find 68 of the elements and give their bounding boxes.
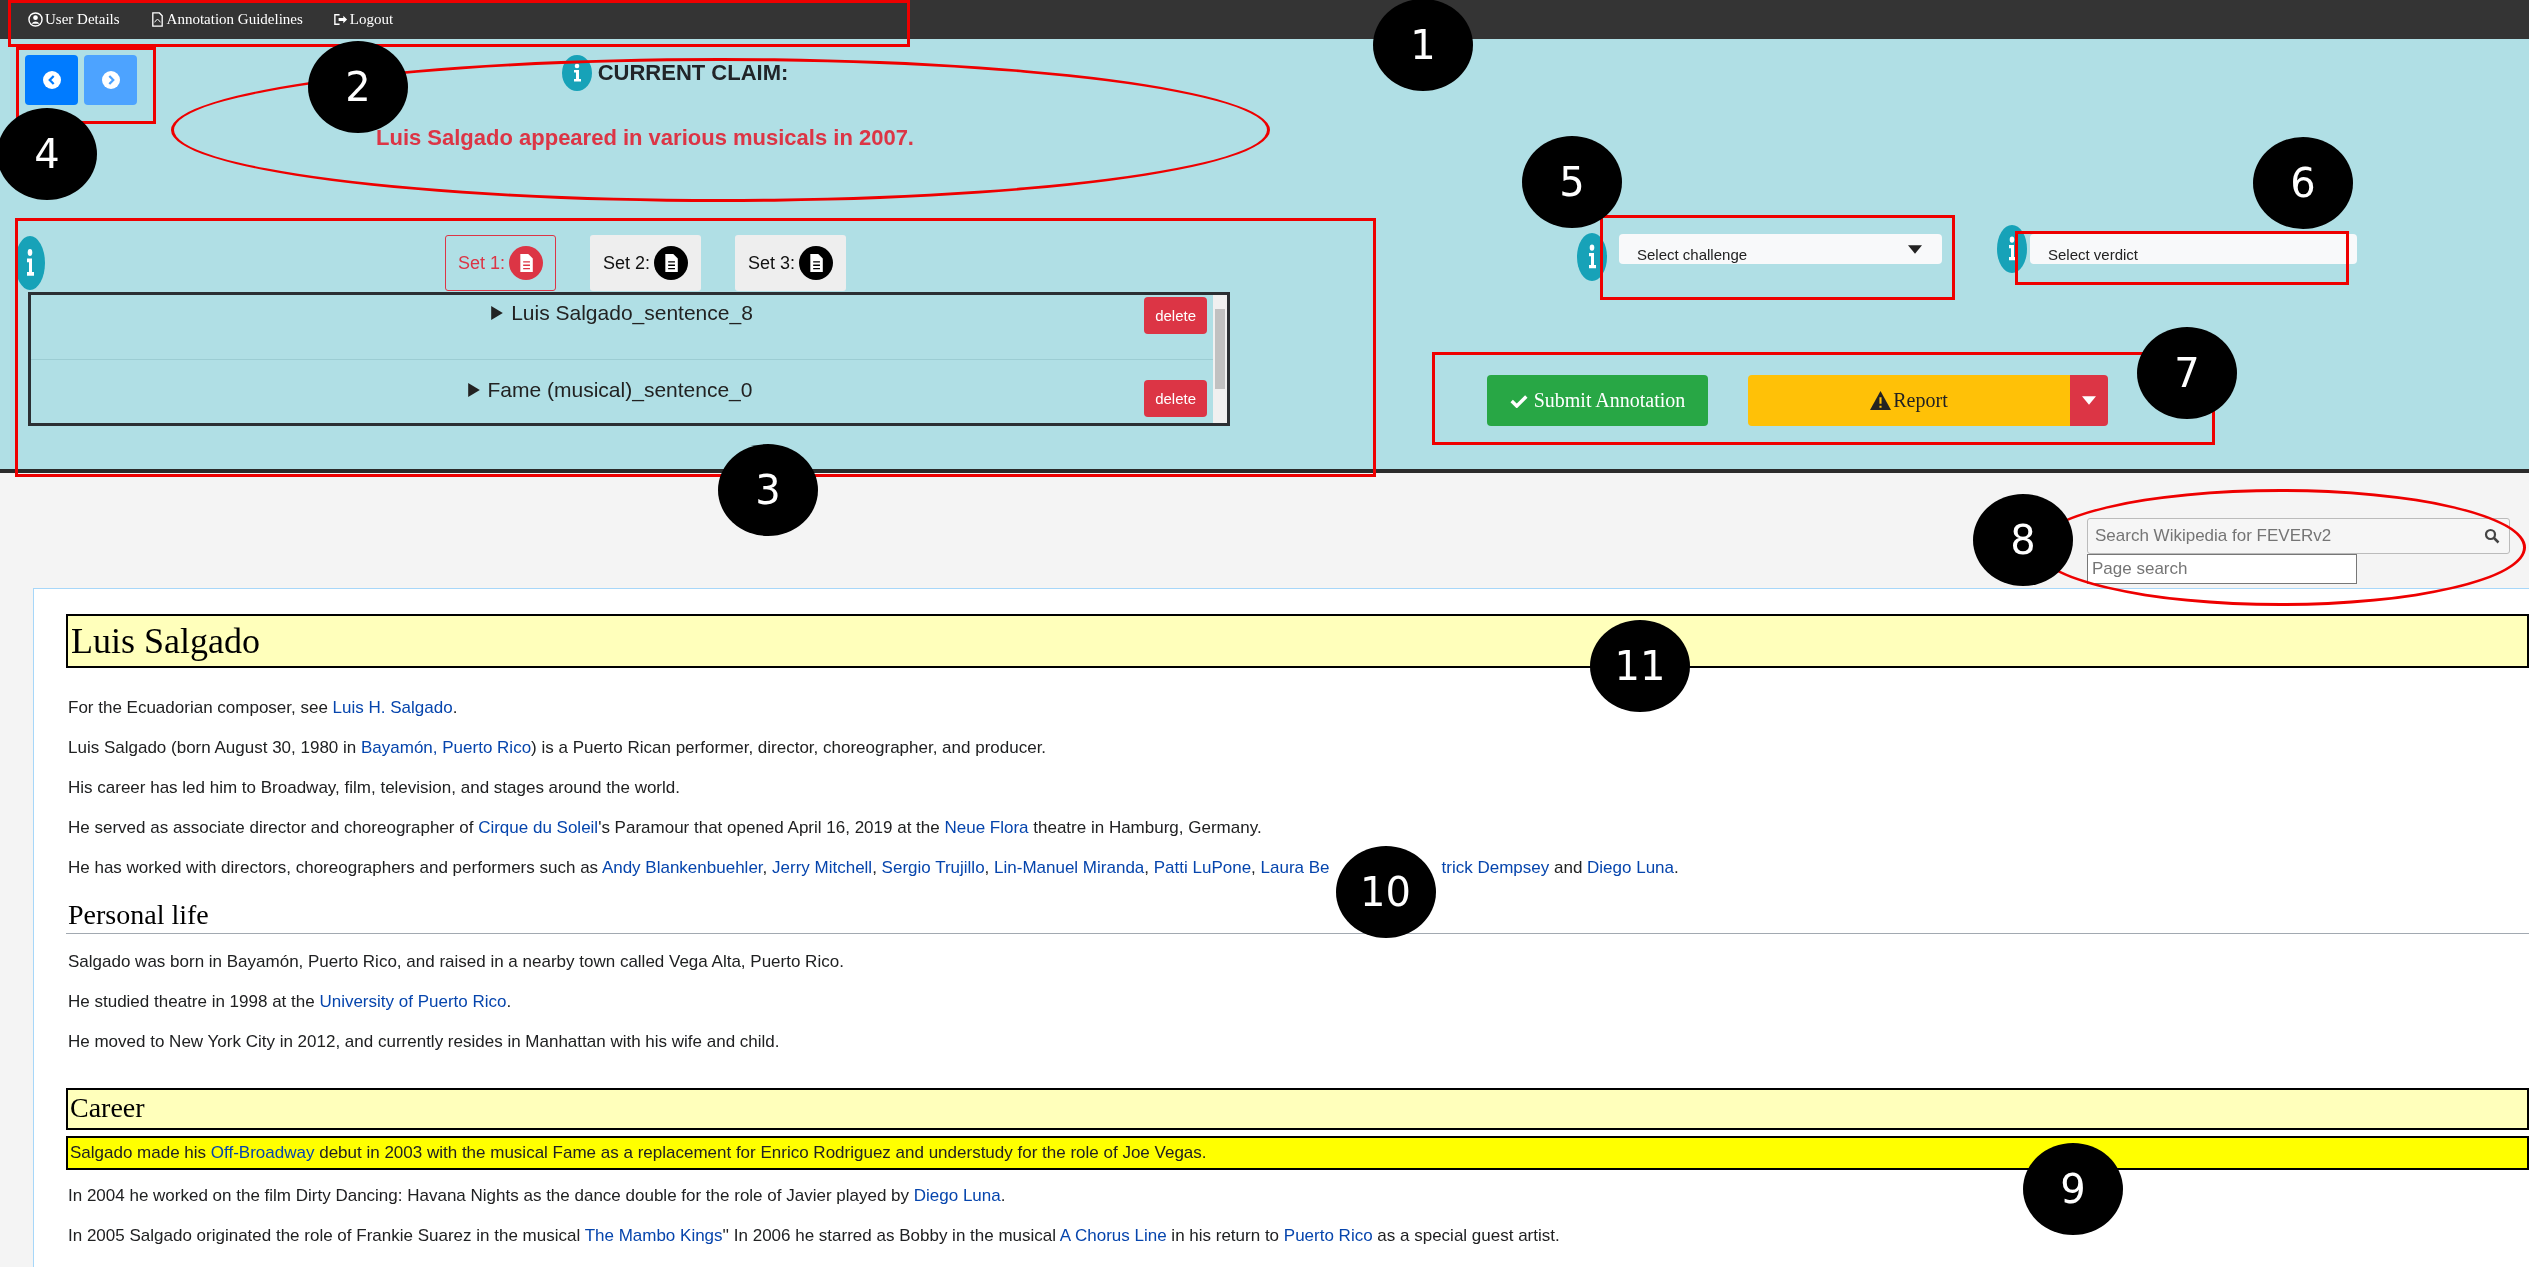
article-link[interactable]: Diego Luna [913,1186,1001,1205]
next-button[interactable] [84,55,137,105]
article-link[interactable]: Off-Broadway [210,1143,315,1162]
claim-heading: CURRENT CLAIM: [597,60,789,86]
caret-icon [491,306,504,320]
article-paragraph: Luis Salgado (born August 30, 1980 in Bayamón, Puerto Rico) is a Puerto Rican performer, director, choreographer, and producer. [67,737,1047,759]
article-link[interactable]: Sergio Trujillo [881,858,985,877]
article-link[interactable]: A Chorus Line [1059,1226,1167,1245]
article-link[interactable]: Laura Be [1260,858,1330,877]
info-icon[interactable] [1997,225,2027,273]
caret-icon [2082,396,2096,405]
article-link[interactable]: University of Puerto Rico [319,992,507,1011]
nav-link[interactable]: Logout [332,11,394,28]
info-icon[interactable] [561,55,592,91]
article-paragraph: He served as associate director and choreographer of Cirque du Soleil's Paramour that opened April 16, 2019 at the Neue Flora theatre in Hamburg, Germany. [67,817,1262,839]
delete-button[interactable]: delete [1144,380,1207,417]
section-heading: Career [66,1088,2529,1130]
report-menu-button[interactable] [2070,375,2108,426]
scrollbar[interactable] [1213,295,1227,423]
info-icon[interactable] [1577,233,1607,281]
user-icon [28,12,43,27]
article-paragraph: Salgado made his Off-Broadway debut in 2003 with the musical Fame as a replacement for Enrico Rodriguez and understudy for the role of Joe Vegas. [69,1142,1207,1164]
document-icon [654,246,689,280]
previous-button[interactable] [25,55,78,105]
callout-number: 3 [718,444,818,536]
document-icon [509,246,544,280]
challenge-dropdown[interactable]: Select challenge [1619,234,1942,264]
article-link[interactable]: Patti LuPone [1153,858,1252,877]
article-link[interactable]: Luis H. Salgado [332,698,453,717]
article-link[interactable]: The Mambo Kings [584,1226,723,1245]
nav-link[interactable]: User Details [28,11,120,28]
page-search-field[interactable]: Page search [2087,554,2357,584]
article-link[interactable]: Neue Flora [944,818,1029,837]
evidence-sentence[interactable]: Fame (musical)_sentence_0 [467,378,753,402]
article-link[interactable]: Cirque du Soleil [478,818,599,837]
article-link[interactable]: Lin-Manuel Miranda [994,858,1145,877]
article-link[interactable]: Puerto Rico [1283,1226,1373,1245]
document-icon [149,12,165,27]
verdict-dropdown[interactable]: Select verdict [2030,234,2357,264]
evidence-set-tab[interactable]: Set 3: [735,235,847,291]
article-link[interactable]: Andy Blankenbuehler [601,858,763,877]
caret-icon [1908,244,1922,254]
article-paragraph: For the Ecuadorian composer, see Luis H. Salgado. [67,697,458,719]
article-link[interactable]: trick Dempsey [1441,858,1550,877]
article-link[interactable]: Bayamón, Puerto Rico [361,738,532,757]
callout-number: 8 [1973,494,2073,586]
report-button[interactable]: Report [1748,375,2070,426]
logout-icon [332,12,348,27]
article-paragraph: In 2004 he worked on the film Dirty Dancing: Havana Nights as the dance double for the role of Javier played by Diego Luna. [67,1185,1006,1207]
nav-link[interactable]: Annotation Guidelines [149,11,303,28]
delete-button[interactable]: delete [1144,297,1207,334]
article-paragraph: Salgado was born in Bayamón, Puerto Rico, and raised in a nearby town called Vega Alta, Puerto Rico. [67,951,844,973]
document-icon [799,246,834,280]
search-icon [2484,528,2500,544]
evidence-set-tab[interactable]: Set 2: [590,235,702,291]
evidence-sentence[interactable]: Luis Salgado_sentence_8 [491,301,753,325]
article-paragraph: In 2005 Salgado originated the role of Frankie Suarez in the musical The Mambo Kings'' In 2006 he starred as Bobby in the musical A Chorus Line in his return to Puerto Rico as a special guest artist. [67,1225,1560,1247]
check-icon [1509,393,1528,408]
warning-icon [1870,391,1892,410]
callout-number: 10 [1335,846,1436,938]
caret-icon [467,383,480,397]
article-link[interactable]: Jerry Mitchell [772,858,873,877]
article-paragraph: He studied theatre in 1998 at the University of Puerto Rico. [67,991,512,1013]
info-icon[interactable] [15,236,45,290]
article-link[interactable]: Diego Luna [1587,858,1675,877]
article-paragraph: His career has led him to Broadway, film, television, and stages around the world. [67,777,680,799]
search-field[interactable]: Search Wikipedia for FEVERv2 [2087,518,2510,554]
article-paragraph: He moved to New York City in 2012, and currently resides in Manhattan with his wife and child. [67,1031,780,1053]
